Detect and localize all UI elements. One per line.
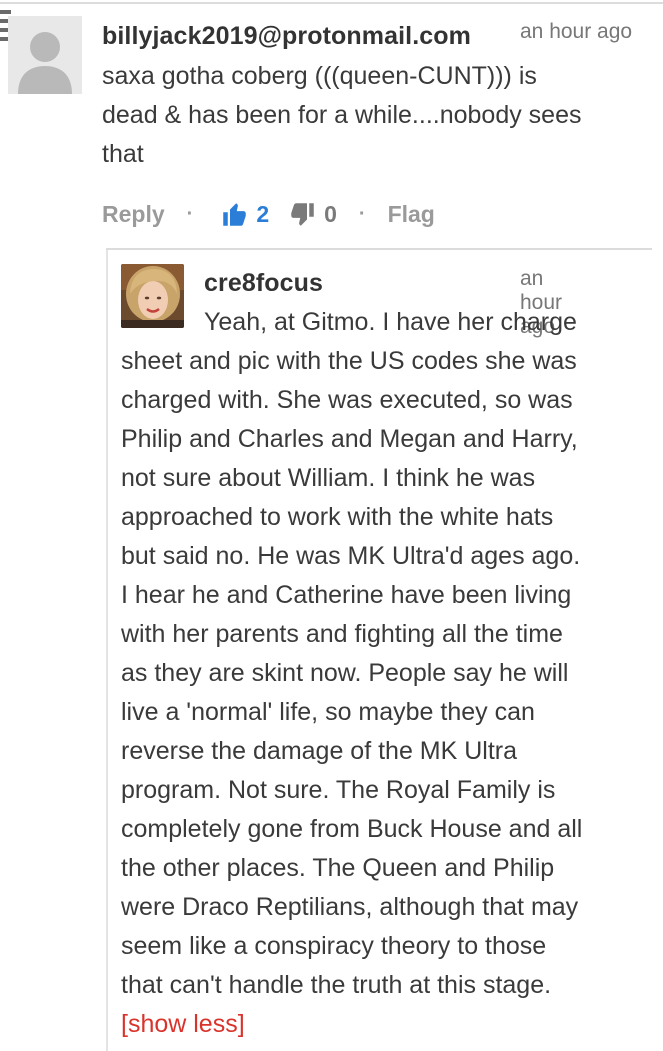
reply-body: sheet and pic with the US codes she was …: [121, 342, 656, 1044]
reply-line: the other places. The Queen and Philip: [121, 854, 555, 882]
reply-line: completely gone from Buck House and all: [121, 815, 583, 843]
show-less-link[interactable]: [show less]: [121, 1005, 656, 1044]
reply-line: that can't handle the truth at this stag…: [121, 971, 552, 999]
reply-line: charged with. She was executed, so was: [121, 386, 573, 414]
comment: billyjack2019@protonmail.com an hour ago…: [0, 0, 663, 250]
comment-line: dead & has been for a while....nobody se…: [102, 101, 582, 129]
separator-dot: ·: [186, 202, 194, 225]
reply-line: not sure about William. I think he was: [121, 464, 536, 492]
reply-first-line: Yeah, at Gitmo. I have her charge: [204, 308, 577, 336]
reply-line: sheet and pic with the US codes she was: [121, 347, 577, 375]
thumbs-up-icon: [223, 202, 247, 226]
downvote-count: 0: [324, 200, 337, 227]
reply-line: I hear he and Catherine have been living: [121, 581, 572, 609]
reply-line: but said no. He was MK Ultra'd ages ago.: [121, 542, 581, 570]
comment-actions: Reply · 2 0 · Flag: [102, 196, 435, 232]
thumbs-down-icon: [291, 202, 314, 226]
upvote-button[interactable]: 2: [221, 201, 269, 228]
reply-button[interactable]: Reply: [102, 201, 165, 228]
separator-dot: ·: [358, 202, 366, 225]
comment-line: that: [102, 140, 144, 168]
reply-line: approached to work with the white hats: [121, 503, 554, 531]
reply-line: live a 'normal' life, so maybe they can: [121, 698, 535, 726]
comment-timestamp[interactable]: an hour ago: [520, 20, 632, 44]
reply-line: Philip and Charles and Megan and Harry,: [121, 425, 578, 453]
comment-author[interactable]: billyjack2019@protonmail.com: [102, 22, 471, 51]
reply-author[interactable]: cre8focus: [204, 269, 323, 298]
reply-line: with her parents and fighting all the ti…: [121, 620, 563, 648]
reply-line: as they are skint now. People say he wil…: [121, 659, 569, 687]
reply-line: program. Not sure. The Royal Family is: [121, 776, 556, 804]
downvote-button[interactable]: 0: [289, 201, 337, 228]
comment-body: saxa gotha coberg (((queen-CUNT))) is de…: [102, 57, 652, 174]
flag-button[interactable]: Flag: [388, 201, 435, 228]
reply-divider: [106, 248, 652, 250]
default-avatar-icon[interactable]: [8, 16, 82, 94]
reply-line: seem like a conspiracy theory to those: [121, 932, 547, 960]
reply-line: reverse the damage of the MK Ultra: [121, 737, 518, 765]
reply-thread-line: [106, 250, 108, 1051]
comment-line: saxa gotha coberg (((queen-CUNT))) is: [102, 62, 537, 90]
reply-line: were Draco Reptilians, although that may: [121, 893, 579, 921]
upvote-count: 2: [256, 200, 270, 227]
avatar[interactable]: [121, 264, 184, 328]
